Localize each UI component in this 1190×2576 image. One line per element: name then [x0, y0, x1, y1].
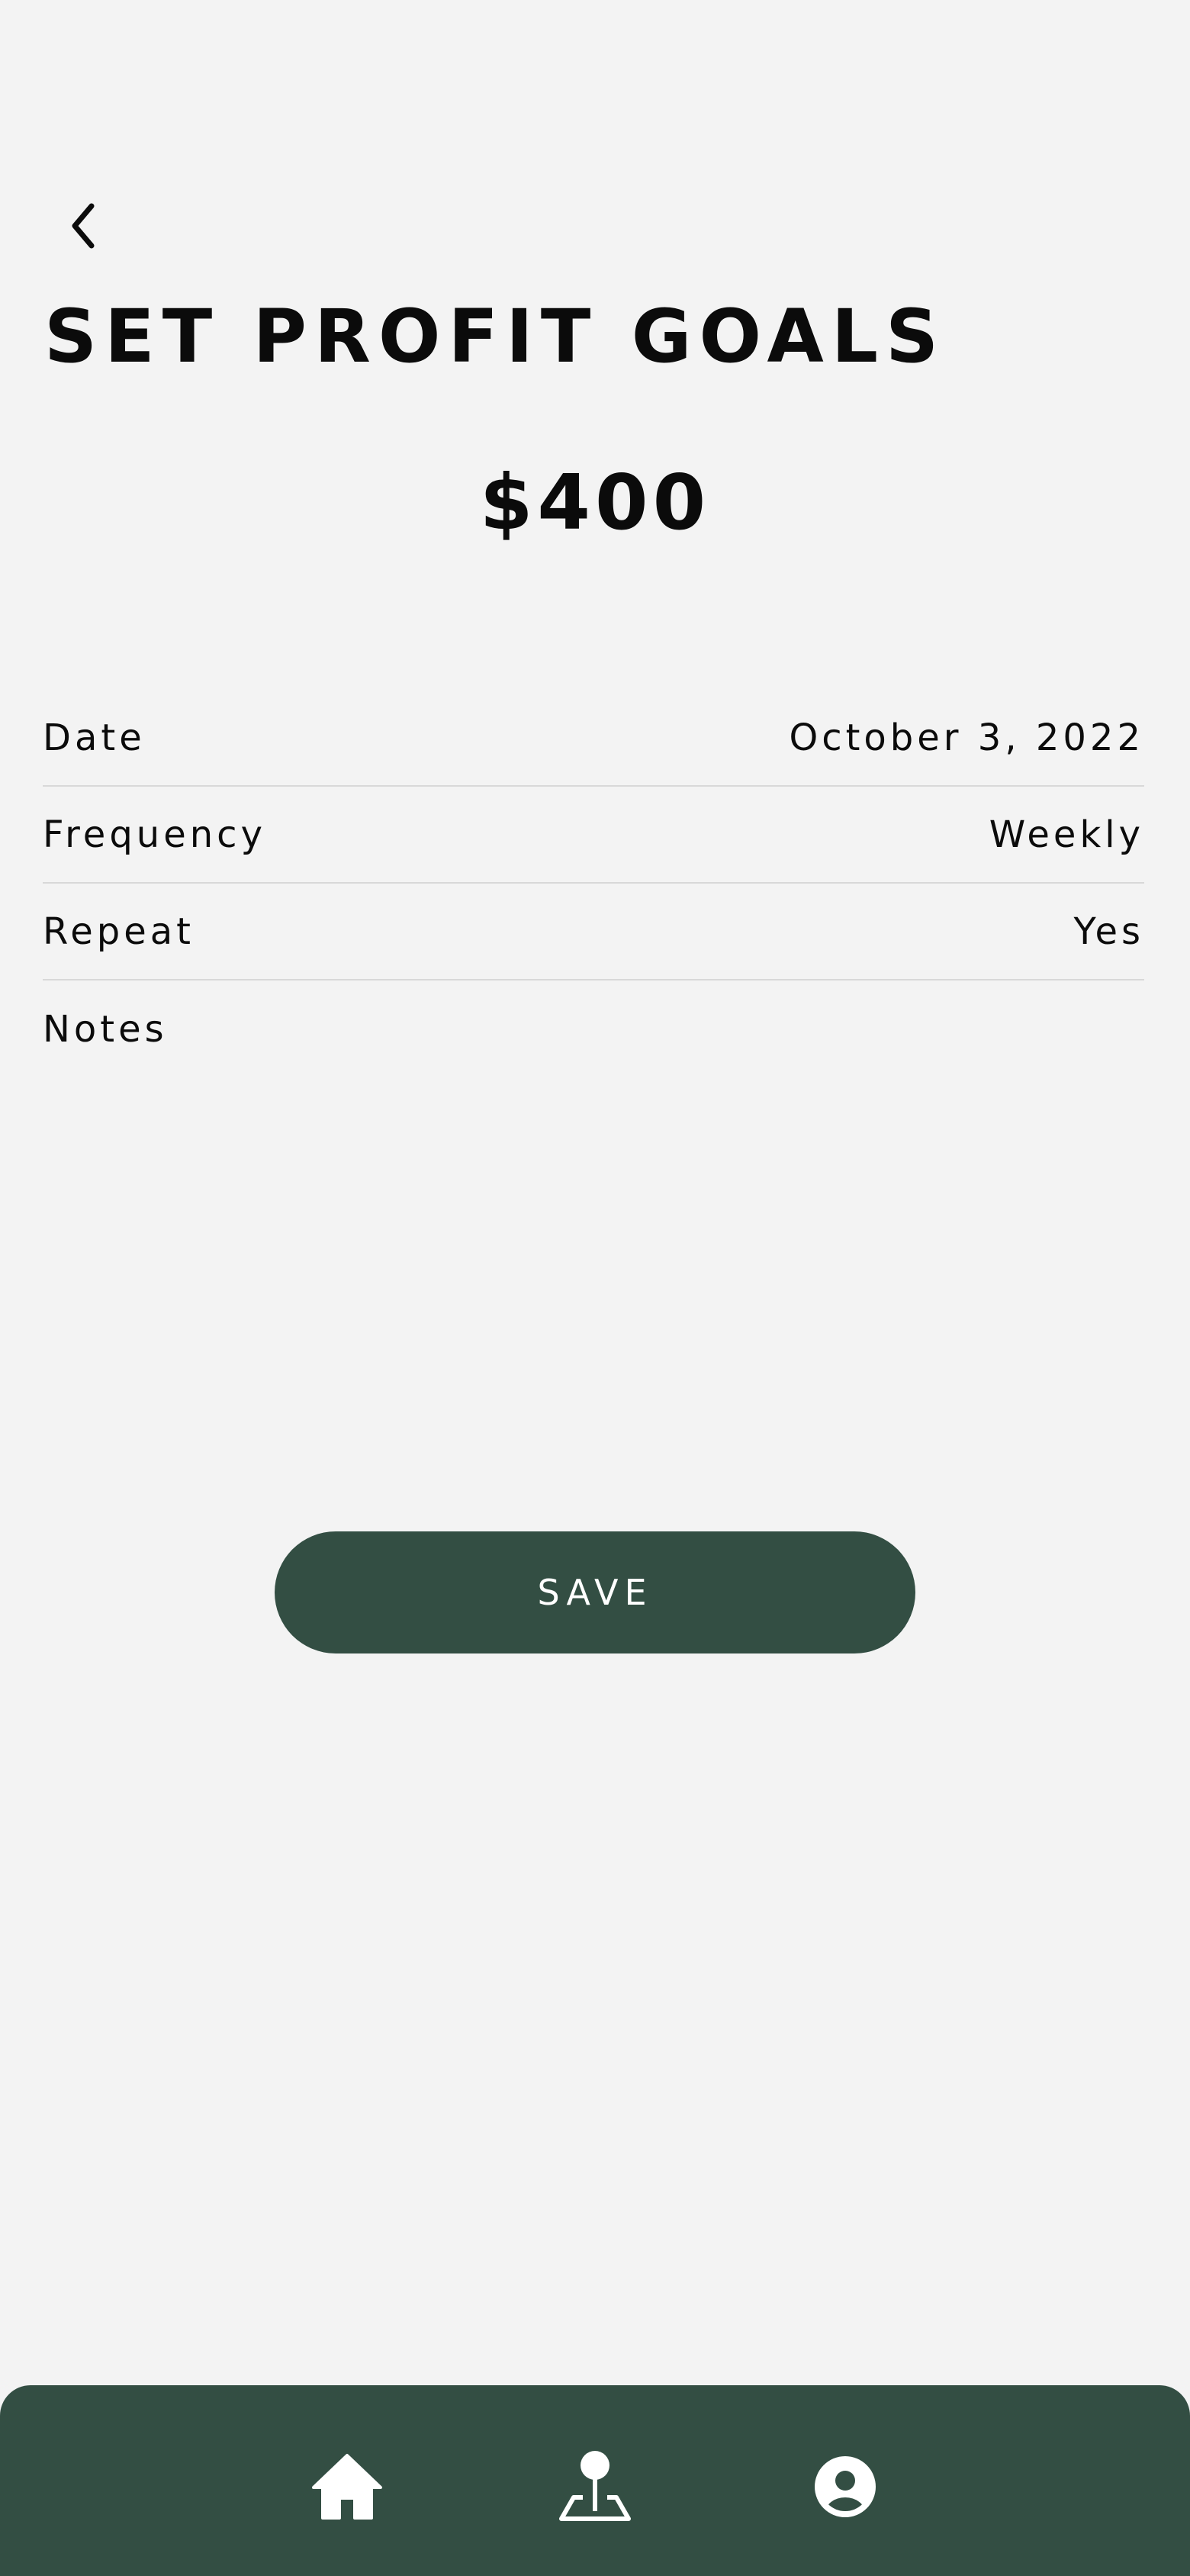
date-label: Date — [43, 716, 146, 759]
repeat-label: Repeat — [43, 910, 195, 953]
nav-location[interactable] — [553, 2446, 637, 2530]
page-title: SET PROFIT GOALS — [44, 294, 947, 379]
frequency-value: Weekly — [989, 813, 1144, 856]
nav-profile[interactable] — [803, 2446, 887, 2530]
goal-details-list: Date October 3, 2022 Frequency Weekly Re… — [43, 690, 1144, 1077]
frequency-row[interactable]: Frequency Weekly — [43, 787, 1144, 884]
back-button[interactable] — [61, 197, 107, 258]
repeat-value: Yes — [1073, 910, 1144, 953]
nav-home[interactable] — [305, 2446, 389, 2530]
bottom-navigation — [0, 2385, 1190, 2576]
date-row[interactable]: Date October 3, 2022 — [43, 690, 1144, 787]
chevron-left-icon — [69, 201, 99, 253]
notes-label: Notes — [43, 1007, 168, 1051]
user-circle-icon — [813, 2455, 877, 2522]
frequency-label: Frequency — [43, 813, 266, 856]
notes-row[interactable]: Notes — [43, 980, 1144, 1077]
date-value: October 3, 2022 — [789, 716, 1144, 759]
save-button[interactable]: SAVE — [275, 1531, 915, 1653]
repeat-row[interactable]: Repeat Yes — [43, 884, 1144, 980]
home-icon — [310, 2452, 384, 2524]
goal-amount[interactable]: $400 — [0, 453, 1190, 552]
map-pin-icon — [557, 2449, 633, 2528]
